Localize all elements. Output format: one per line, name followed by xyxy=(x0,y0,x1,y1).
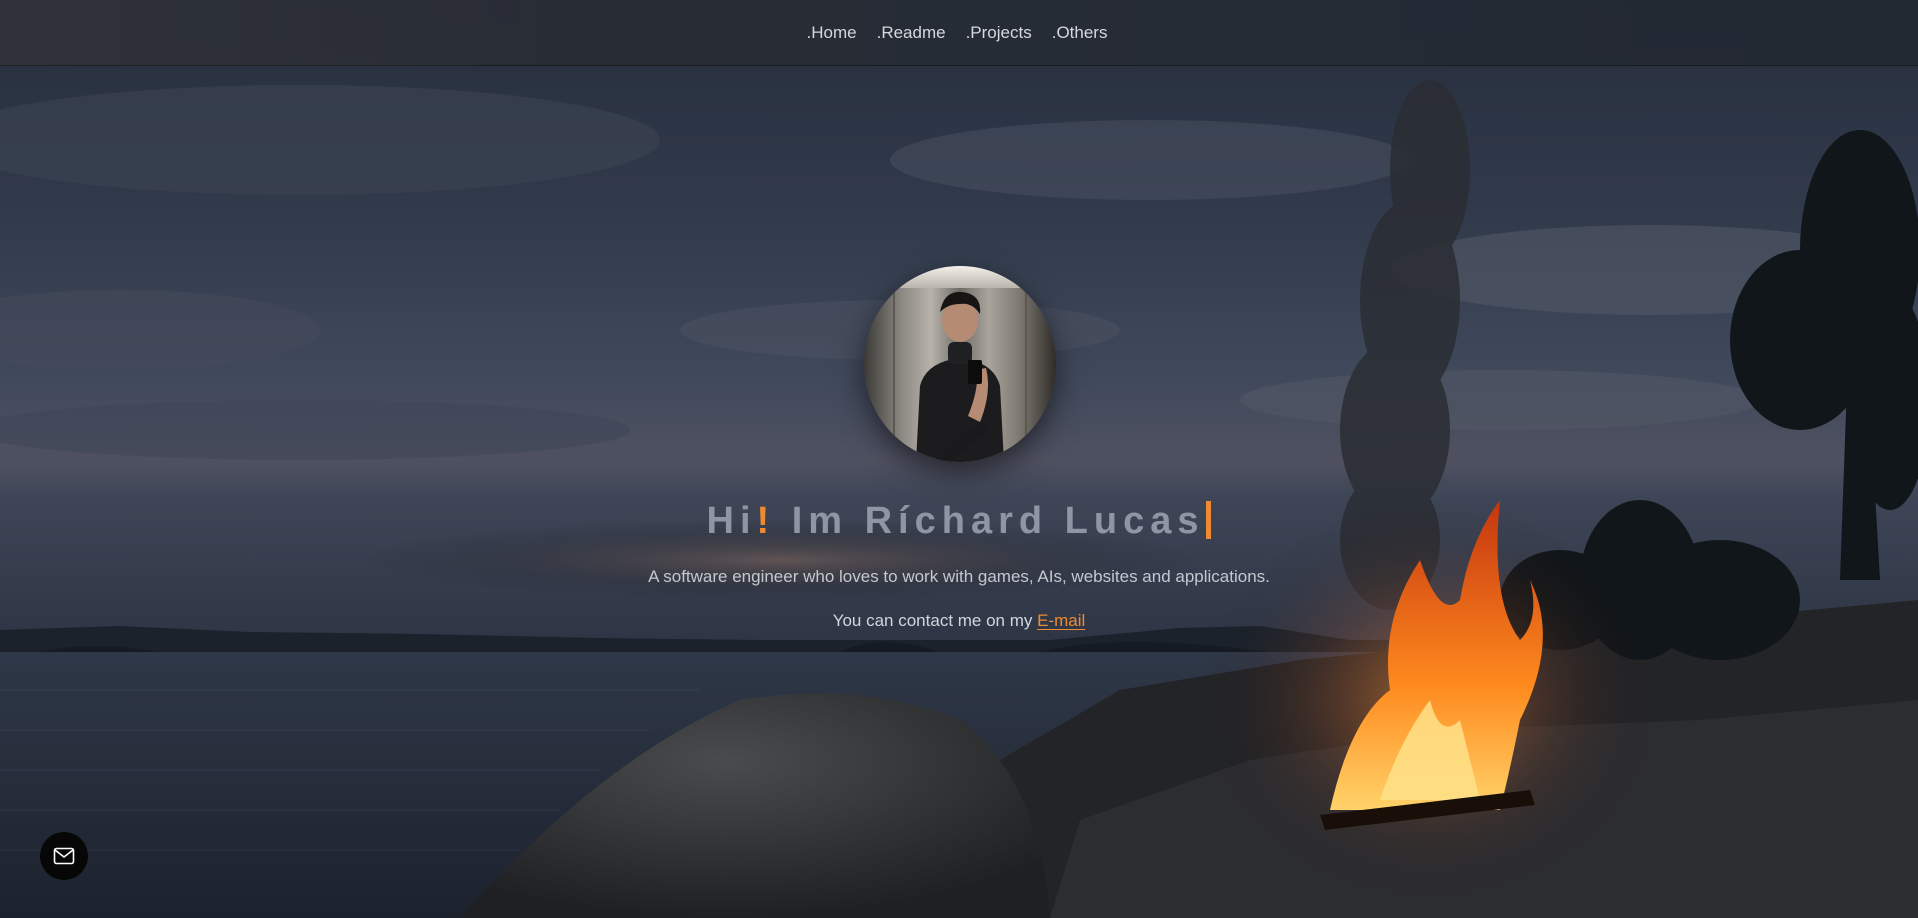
hero-title-name: Im Ríchard Lucas xyxy=(775,500,1205,542)
nav-item-readme[interactable]: .Readme xyxy=(877,21,946,45)
hero-subtitle: A software engineer who loves to work wi… xyxy=(648,567,1270,586)
email-link[interactable]: E-mail xyxy=(1037,611,1085,630)
contact-prefix: You can contact me on my xyxy=(832,611,1038,630)
nav-item-others[interactable]: .Others xyxy=(1052,21,1108,45)
mail-button[interactable] xyxy=(40,832,88,880)
hero-title-greeting: Hi xyxy=(706,500,757,542)
profile-avatar xyxy=(864,266,1056,462)
nav-item-projects[interactable]: .Projects xyxy=(966,21,1032,45)
contact-line: You can contact me on my E-mail xyxy=(0,611,1918,631)
hero-title-exclamation: ! xyxy=(756,500,776,542)
nav-item-home[interactable]: .Home xyxy=(807,21,857,45)
mail-icon xyxy=(53,847,75,865)
hero-title: Hi! Im Ríchard Lucas xyxy=(0,500,1918,543)
page: .Home .Readme .Projects .Others Hi! Im R… xyxy=(0,0,1918,918)
typing-cursor xyxy=(1206,501,1212,539)
top-navbar: .Home .Readme .Projects .Others xyxy=(0,0,1918,66)
